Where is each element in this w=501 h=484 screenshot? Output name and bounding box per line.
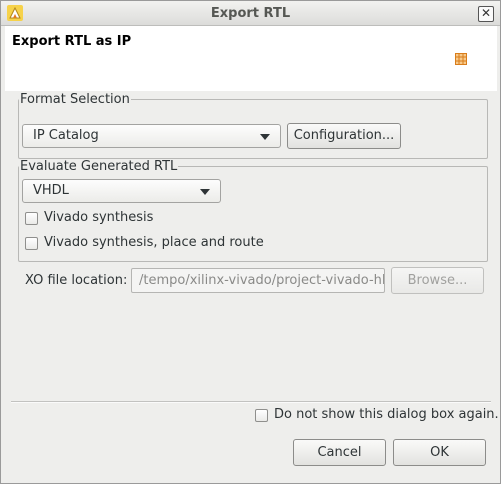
- configuration-button[interactable]: Configuration...: [287, 123, 401, 149]
- footer-separator: [11, 401, 491, 403]
- dialog-header: Export RTL as IP: [5, 26, 497, 91]
- browse-button-label: Browse...: [407, 273, 468, 288]
- cancel-button[interactable]: Cancel: [293, 439, 386, 466]
- vivado-synthesis-place-route-label: Vivado synthesis, place and route: [44, 235, 264, 250]
- cancel-button-label: Cancel: [317, 445, 362, 460]
- chevron-down-icon: [200, 189, 210, 195]
- title-bar[interactable]: Export RTL ✕: [1, 1, 500, 26]
- ip-grid-icon: [455, 53, 467, 65]
- export-rtl-dialog: Export RTL ✕ Export RTL as IP Format Sel…: [0, 0, 501, 484]
- xo-file-location-label: XO file location:: [25, 273, 128, 288]
- language-combo[interactable]: VHDL: [22, 179, 221, 203]
- do-not-show-label: Do not show this dialog box again.: [274, 407, 499, 422]
- window-title: Export RTL: [210, 6, 291, 21]
- format-combo-value: IP Catalog: [33, 128, 99, 143]
- chevron-down-icon: [260, 134, 270, 140]
- format-selection-legend: Format Selection: [20, 92, 130, 107]
- close-icon: ✕: [480, 6, 492, 20]
- format-combo[interactable]: IP Catalog: [22, 124, 281, 148]
- vivado-synthesis-checkbox[interactable]: [25, 212, 38, 225]
- do-not-show-checkbox[interactable]: [255, 409, 268, 422]
- dialog-heading: Export RTL as IP: [12, 34, 132, 49]
- evaluate-legend: Evaluate Generated RTL: [20, 159, 178, 174]
- xo-file-location-input[interactable]: /tempo/xilinx-vivado/project-vivado-hl: [131, 268, 385, 293]
- vivado-synthesis-place-route-checkbox[interactable]: [25, 237, 38, 250]
- ok-button-label: OK: [430, 445, 449, 460]
- configuration-button-label: Configuration...: [293, 128, 395, 143]
- language-combo-value: VHDL: [33, 183, 69, 198]
- vivado-synthesis-label: Vivado synthesis: [44, 210, 154, 225]
- ok-button[interactable]: OK: [393, 439, 486, 466]
- close-button[interactable]: ✕: [478, 6, 494, 22]
- browse-button[interactable]: Browse...: [391, 267, 484, 294]
